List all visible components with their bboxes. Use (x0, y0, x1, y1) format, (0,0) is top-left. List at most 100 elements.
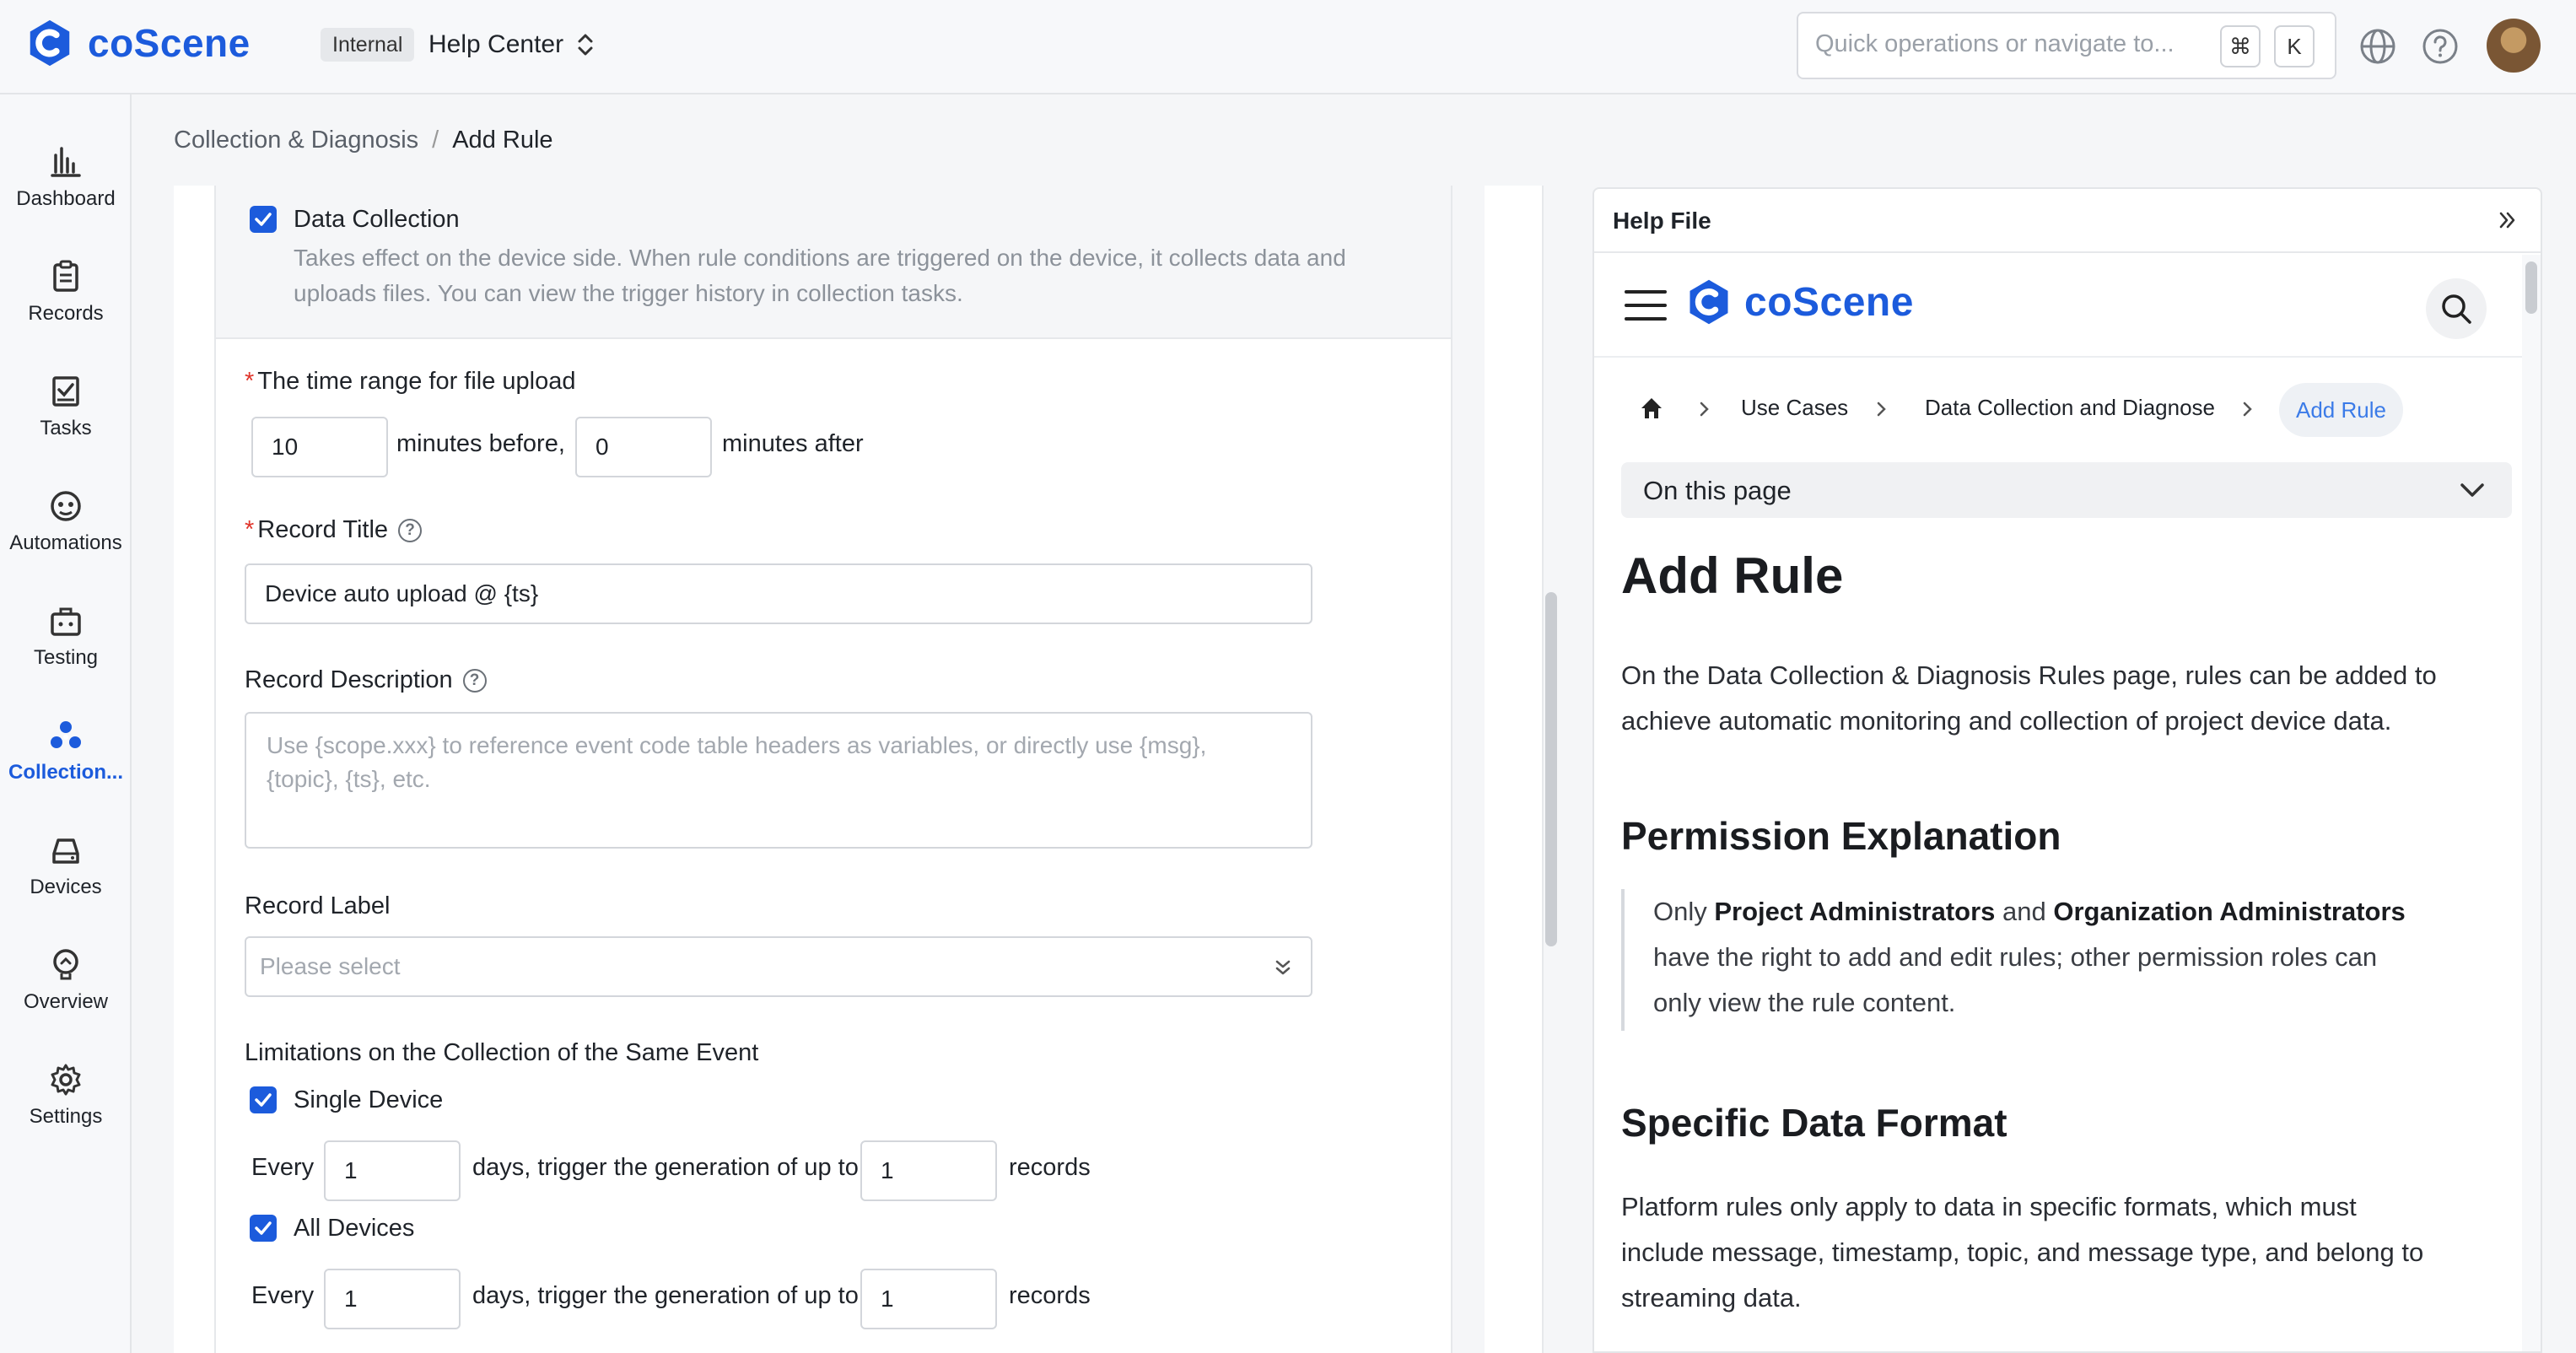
sidebar-item-testing[interactable]: Testing (0, 574, 132, 675)
app-logo[interactable]: coScene (24, 17, 251, 69)
sidebar: Dashboard Records Tasks Automations Test… (0, 94, 132, 1353)
help-scrollbar (2522, 255, 2541, 1351)
bar-chart-icon (51, 147, 81, 177)
doc-logo[interactable]: coScene (1684, 277, 1914, 327)
sidebar-item-overview[interactable]: Overview (0, 918, 132, 1019)
check-icon (255, 1221, 272, 1235)
permission-quote: Only Project Administrators and Organiza… (1621, 889, 2507, 1031)
check-icon (255, 213, 272, 226)
doc-crumb-data-collection[interactable]: Data Collection and Diagnose (1925, 395, 2215, 421)
doc-intro: On the Data Collection & Diagnosis Rules… (1621, 653, 2507, 744)
help-scrollbar-thumb[interactable] (2525, 261, 2537, 314)
breadcrumb-separator: / (432, 127, 439, 154)
doc-breadcrumb: Use Cases Data Collection and Diagnose A… (1594, 383, 2522, 437)
doc-heading-permission: Permission Explanation (1621, 814, 2061, 858)
record-label-label: Record Label (245, 892, 391, 919)
doc-crumb-use-cases[interactable]: Use Cases (1741, 395, 1848, 421)
record-description-label-text: Record Description (245, 666, 453, 693)
format-line1: Platform rules only apply to data in spe… (1621, 1192, 2357, 1221)
all-devices-every-text: Every (251, 1282, 315, 1309)
collapse-panel-icon[interactable] (2497, 209, 2519, 231)
doc-intro-line1: On the Data Collection & Diagnosis Rules… (1621, 660, 2437, 690)
quick-search-input[interactable]: Quick operations or navigate to... ⌘ K (1797, 12, 2336, 79)
sidebar-item-automations[interactable]: Automations (0, 459, 132, 560)
search-placeholder: Quick operations or navigate to... (1815, 30, 2175, 57)
double-chevron-down-icon (1275, 960, 1291, 975)
single-device-every-text: Every (251, 1154, 315, 1181)
single-device-label: Single Device (294, 1086, 444, 1113)
single-device-mid-text: days, trigger the generation of up to (472, 1154, 859, 1181)
doc-heading-format: Specific Data Format (1621, 1101, 2007, 1145)
quote-pre: Only (1653, 897, 1715, 926)
record-label-select[interactable]: Please select (245, 936, 1312, 997)
on-this-page-toggle[interactable]: On this page (1621, 462, 2512, 518)
quote-line3: only view the rule content. (1653, 988, 1956, 1017)
required-mark: * (245, 368, 255, 395)
all-devices-records-input[interactable]: 1 (860, 1269, 997, 1329)
logo-text: coScene (88, 21, 251, 65)
sidebar-item-tasks[interactable]: Tasks (0, 344, 132, 445)
quote-role-project-admin: Project Administrators (1714, 897, 1996, 926)
data-collection-checkbox[interactable] (250, 206, 277, 233)
minutes-after-text: minutes after (722, 430, 864, 457)
project-switch-icon[interactable] (574, 30, 597, 59)
on-this-page-label: On this page (1643, 476, 1792, 505)
minutes-before-input[interactable]: 10 (251, 417, 388, 477)
task-check-icon (52, 376, 79, 407)
sidebar-item-settings[interactable]: Settings (0, 1032, 132, 1134)
all-devices-checkbox[interactable] (250, 1215, 277, 1242)
clipboard-icon (53, 260, 78, 292)
single-device-checkbox[interactable] (250, 1086, 277, 1113)
breadcrumb: Collection & Diagnosis / Add Rule (174, 127, 553, 154)
chevron-right-icon (1700, 402, 1709, 417)
hamburger-menu-icon[interactable] (1625, 288, 1667, 322)
chevron-right-icon (2243, 402, 2252, 417)
home-icon[interactable] (1638, 395, 1665, 422)
sidebar-item-dashboard[interactable]: Dashboard (0, 115, 132, 216)
record-title-help-icon[interactable]: ? (398, 519, 423, 543)
sidebar-item-label: Records (28, 302, 104, 325)
record-description-textarea[interactable]: Use {scope.xxx} to reference event code … (245, 712, 1312, 849)
form-scroll-gutter (1485, 186, 1544, 1353)
format-line3: streaming data. (1621, 1283, 1802, 1313)
breadcrumb-parent[interactable]: Collection & Diagnosis (174, 127, 418, 154)
quote-mid: and (1995, 897, 2054, 926)
user-avatar[interactable] (2487, 19, 2541, 73)
description-placeholder-line2: {topic}, {ts}, etc. (267, 766, 431, 792)
minutes-after-input[interactable]: 0 (575, 417, 712, 477)
project-name[interactable]: Help Center (428, 27, 563, 62)
gear-icon (51, 1064, 81, 1096)
sidebar-item-label: Overview (23, 990, 109, 1013)
format-line2: include message, timestamp, topic, and m… (1621, 1237, 2424, 1267)
quote-role-org-admin: Organization Administrators (2053, 897, 2406, 926)
record-title-label-text: Record Title (257, 516, 389, 543)
help-panel-title: Help File (1613, 208, 1711, 234)
test-kit-icon (51, 607, 81, 636)
overview-icon (53, 949, 78, 980)
data-collection-desc-line1: Takes effect on the device side. When ru… (294, 245, 1346, 271)
quote-line2: have the right to add and edit rules; ot… (1653, 942, 2378, 972)
form-scrollbar-thumb[interactable] (1545, 592, 1557, 946)
globe-icon[interactable] (2358, 27, 2397, 66)
sidebar-item-records[interactable]: Records (0, 229, 132, 331)
doc-search-button[interactable] (2426, 278, 2487, 339)
record-title-input[interactable]: Device auto upload @ {ts} (245, 563, 1312, 624)
sidebar-item-label: Automations (9, 531, 122, 554)
data-collection-block: Data Collection Takes effect on the devi… (216, 186, 1451, 339)
required-mark: * (245, 516, 255, 543)
data-collection-label: Data Collection (294, 206, 460, 233)
rule-form-panel: Data Collection Takes effect on the devi… (174, 186, 1452, 1353)
sidebar-item-label: Tasks (40, 417, 92, 439)
sidebar-item-collection[interactable]: Collection... (0, 688, 132, 790)
sidebar-item-devices[interactable]: Devices (0, 803, 132, 904)
help-panel: Help File coScene Use Cases Data Collect… (1592, 187, 2542, 1353)
help-icon[interactable] (2421, 27, 2460, 66)
doc-intro-line2: achieve automatic monitoring and collect… (1621, 706, 2392, 736)
single-device-days-input[interactable]: 1 (324, 1140, 461, 1201)
description-placeholder-line1: Use {scope.xxx} to reference event code … (267, 732, 1207, 758)
time-range-label: * The time range for file upload (245, 368, 576, 396)
record-description-help-icon[interactable]: ? (462, 669, 487, 693)
single-device-records-input[interactable]: 1 (860, 1140, 997, 1201)
chevron-down-icon (2460, 483, 2484, 497)
all-devices-days-input[interactable]: 1 (324, 1269, 461, 1329)
